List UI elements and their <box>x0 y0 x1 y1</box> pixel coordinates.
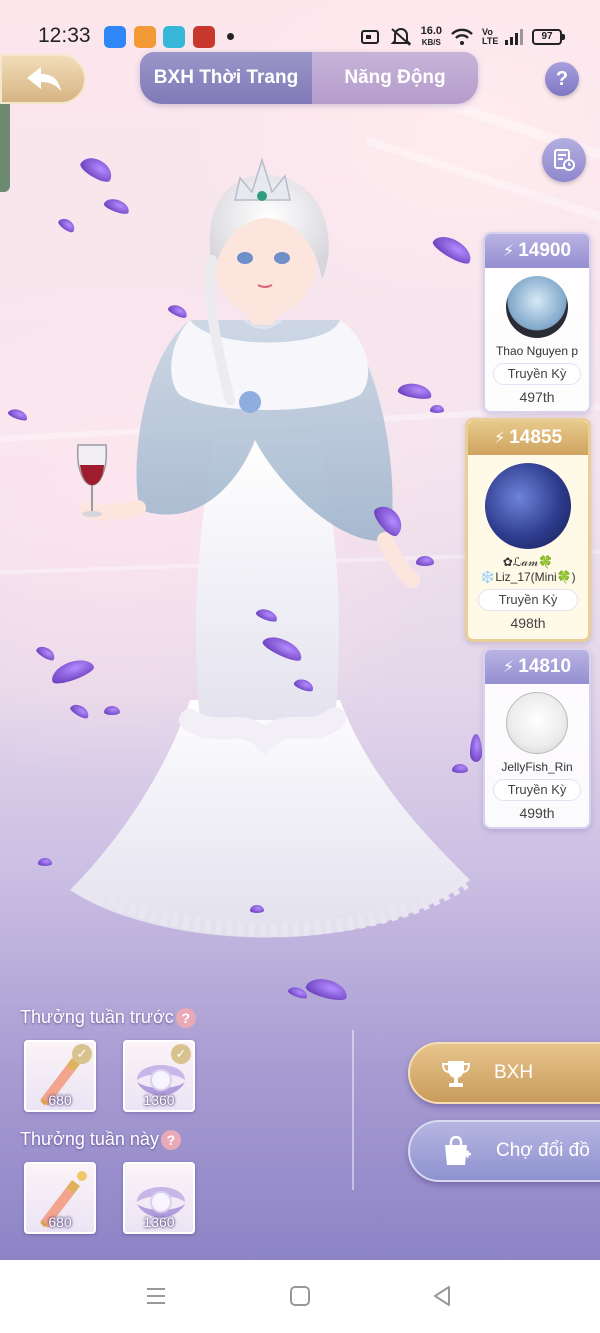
claimed-check-icon: ✓ <box>171 1044 191 1064</box>
exchange-shop-button-label: Chợ đổi đồ <box>496 1140 590 1161</box>
player-name-line1: ✿ℒ𝒶𝓂🍀 <box>502 555 554 569</box>
score-value: 14810 <box>518 656 572 677</box>
reward-item-pearl[interactable]: 1360 <box>123 1162 195 1234</box>
reward-quantity: 1360 <box>143 1214 175 1230</box>
feather-decoration <box>38 858 52 866</box>
reward-item-pearl[interactable]: 1360 ✓ <box>123 1040 195 1112</box>
reward-quantity: 1360 <box>143 1092 175 1108</box>
feather-decoration <box>452 764 468 773</box>
player-name: ❄️Liz_17(Mini🍀) <box>480 570 576 584</box>
avatar <box>506 276 568 338</box>
last-week-reward-label: Thưởng tuần trước ? <box>20 1007 196 1028</box>
leaderboard-button-label: BXH <box>494 1062 534 1083</box>
calendar-notification-icon <box>193 26 215 48</box>
history-icon <box>554 149 575 171</box>
feather-decoration <box>7 406 29 423</box>
score-value: 14900 <box>518 240 572 261</box>
leaderboard-button[interactable]: BXH <box>408 1042 600 1104</box>
cast-icon <box>360 30 379 44</box>
feather-decoration <box>430 405 444 413</box>
avatar <box>485 463 571 549</box>
shop-notification-icon <box>163 26 185 48</box>
tab-activity[interactable]: Năng Động <box>312 52 478 104</box>
reward-item-perfume[interactable]: 680 <box>24 1162 96 1234</box>
game-screen: 12:33 16.0 KB/S Vo LTE 97 BXH Thời Trang … <box>0 0 600 1260</box>
rank-title: Truyền Kỳ <box>477 589 579 611</box>
clock: 12:33 <box>38 24 91 47</box>
exchange-shop-button[interactable]: Chợ đổi đồ <box>408 1120 600 1182</box>
section-divider <box>352 1030 354 1190</box>
lightning-icon: ⚡ <box>502 243 515 260</box>
back-arrow-icon <box>27 67 61 91</box>
app-notification-icon <box>104 26 126 48</box>
back-button[interactable] <box>0 54 86 104</box>
this-week-reward-text: Thưởng tuần này <box>20 1129 159 1149</box>
rank-number: 498th <box>510 615 546 631</box>
menu-icon[interactable] <box>144 1284 168 1308</box>
system-navigation-bar <box>0 1260 600 1333</box>
signal-icon <box>505 29 523 45</box>
rank-title: Truyền Kỳ <box>493 363 581 385</box>
avatar <box>506 692 568 754</box>
rank-title: Truyền Kỳ <box>493 779 581 801</box>
rank-card-497[interactable]: ⚡ 14900 Thao Nguyen p Truyền Kỳ 497th <box>483 232 591 413</box>
more-notifications-icon <box>227 33 234 40</box>
trophy-icon <box>441 1061 471 1087</box>
network-speed: 16.0 KB/S <box>420 25 442 48</box>
volte-indicator: Vo LTE <box>482 27 499 46</box>
rank-card-499[interactable]: ⚡ 14810 JellyFish_Rin Truyền Kỳ 499th <box>483 648 591 829</box>
ranking-tabs: BXH Thời Trang Năng Động <box>140 52 478 104</box>
character-illustration <box>70 157 470 938</box>
mute-icon <box>390 28 411 46</box>
player-name: JellyFish_Rin <box>501 760 573 774</box>
home-icon[interactable] <box>288 1284 312 1308</box>
rank-number: 499th <box>519 805 555 821</box>
wifi-icon <box>451 28 473 45</box>
reward-quantity: 680 <box>48 1214 72 1230</box>
game-notification-icon <box>134 26 156 48</box>
help-button[interactable]: ? <box>545 62 579 96</box>
last-week-reward-text: Thưởng tuần trước <box>20 1007 174 1027</box>
reward-quantity: 680 <box>48 1092 72 1108</box>
score-value: 14855 <box>509 427 563 448</box>
rank-card-498[interactable]: ⚡ 14855 ✿ℒ𝒶𝓂🍀 ❄️Liz_17(Mini🍀) Truyền Kỳ … <box>465 418 591 642</box>
battery-indicator: 97 <box>532 29 565 45</box>
feather-decoration <box>104 706 120 715</box>
back-triangle-icon[interactable] <box>430 1284 454 1308</box>
score-bar: ⚡ 14900 <box>485 234 589 268</box>
reward-help-button[interactable]: ? <box>175 1007 196 1028</box>
tab-fashion-ranking[interactable]: BXH Thời Trang <box>140 52 312 104</box>
score-bar: ⚡ 14810 <box>485 650 589 684</box>
reward-item-perfume[interactable]: 680 ✓ <box>24 1040 96 1112</box>
rank-number: 497th <box>519 389 555 405</box>
shopping-bag-icon <box>445 1135 471 1165</box>
reward-help-button[interactable]: ? <box>160 1129 181 1150</box>
history-button[interactable] <box>542 138 586 182</box>
this-week-reward-label: Thưởng tuần này ? <box>20 1129 181 1150</box>
feather-decoration <box>250 905 264 913</box>
claimed-check-icon: ✓ <box>72 1044 92 1064</box>
feather-decoration <box>416 556 434 566</box>
lightning-icon: ⚡ <box>502 659 515 676</box>
player-name: Thao Nguyen p <box>495 344 579 358</box>
lightning-icon: ⚡ <box>493 430 506 447</box>
score-bar: ⚡ 14855 <box>468 421 588 455</box>
